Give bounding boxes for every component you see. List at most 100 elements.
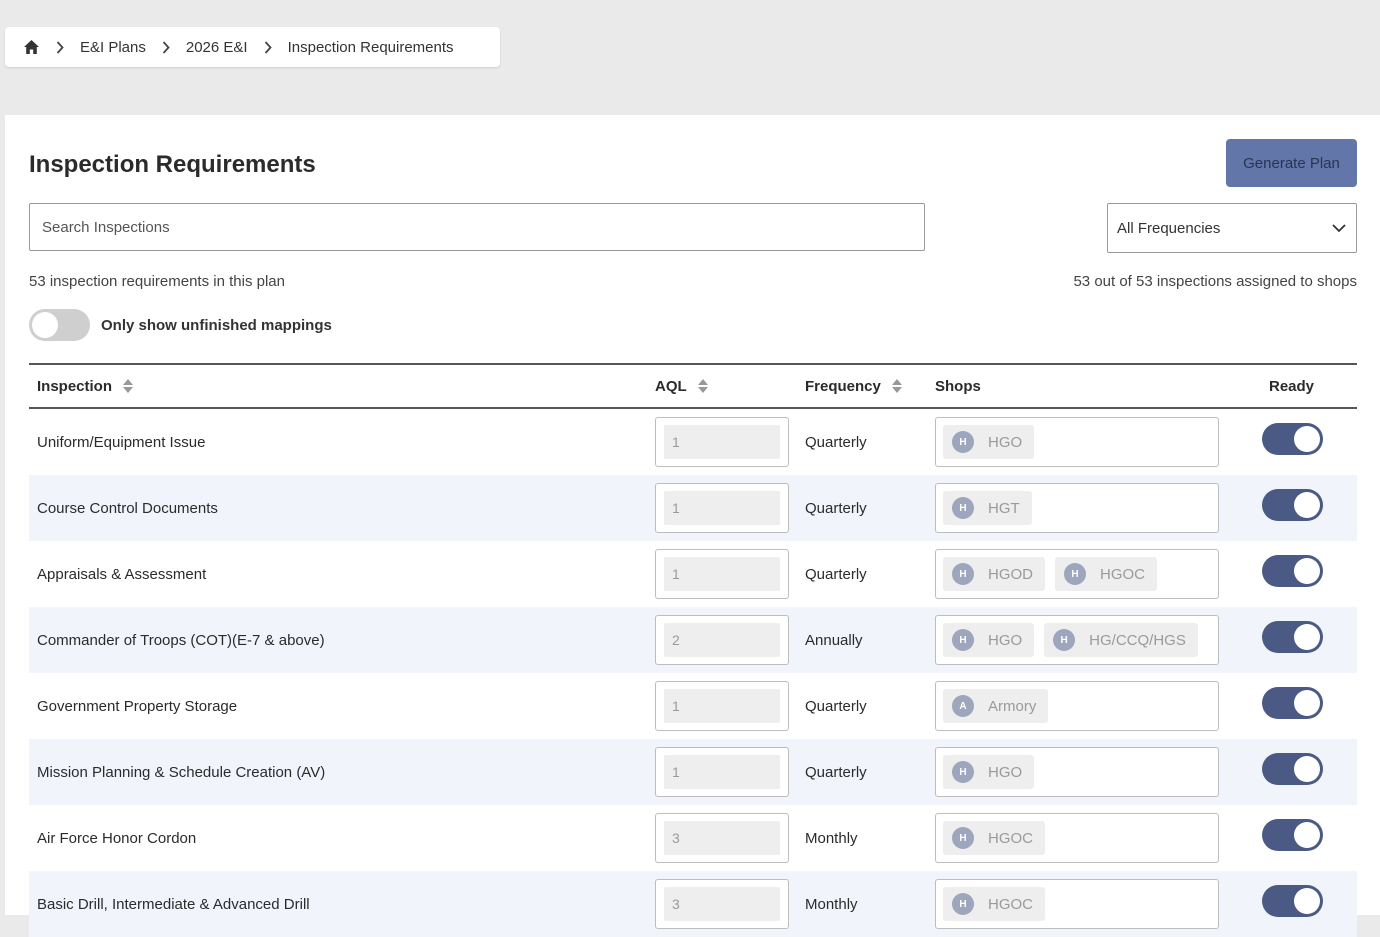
- frequency-value: Annually: [805, 631, 863, 649]
- ready-toggle[interactable]: [1262, 687, 1323, 719]
- aql-input[interactable]: 3: [655, 813, 789, 863]
- aql-value: 1: [664, 755, 780, 789]
- shop-avatar: H: [1053, 629, 1076, 651]
- shop-chip[interactable]: H HGOC: [1055, 557, 1157, 591]
- shop-chip[interactable]: H HGO: [943, 425, 1035, 459]
- ready-toggle[interactable]: [1262, 489, 1323, 521]
- ready-toggle[interactable]: [1262, 753, 1323, 785]
- home-icon[interactable]: [22, 38, 40, 56]
- shop-chip[interactable]: H HGOC: [943, 821, 1045, 855]
- frequency-select-value: All Frequencies: [1117, 219, 1221, 237]
- inspection-name: Course Control Documents: [37, 499, 218, 517]
- shop-chip[interactable]: H HGO: [943, 623, 1035, 657]
- shops-select[interactable]: A Armory: [935, 681, 1219, 731]
- page-title: Inspection Requirements: [29, 151, 316, 178]
- toggle-knob: [1294, 492, 1320, 518]
- aql-input[interactable]: 1: [655, 549, 789, 599]
- table-row: Government Property Storage 1 Quarterly A Ar…: [29, 673, 1357, 739]
- shop-chip[interactable]: H HG/CCQ/HGS: [1044, 623, 1198, 657]
- aql-value: 1: [664, 491, 780, 525]
- unfinished-mappings-toggle[interactable]: [29, 309, 90, 341]
- ready-toggle[interactable]: [1262, 885, 1323, 917]
- shop-avatar: H: [952, 563, 974, 585]
- shops-select[interactable]: H HGO: [935, 417, 1219, 467]
- shop-label: HG/CCQ/HGS: [1089, 631, 1186, 649]
- shop-avatar: H: [952, 497, 974, 519]
- column-header-frequency[interactable]: Frequency: [805, 365, 903, 407]
- aql-input[interactable]: 1: [655, 681, 789, 731]
- aql-value: 2: [664, 623, 780, 657]
- shops-select[interactable]: H HGT: [935, 483, 1219, 533]
- aql-value: 1: [664, 557, 780, 591]
- assigned-count: 53 out of 53 inspections assigned to sho…: [1073, 273, 1357, 290]
- shop-avatar: H: [952, 431, 974, 453]
- shops-select[interactable]: H HGO: [935, 747, 1219, 797]
- shop-avatar: H: [952, 827, 974, 849]
- main-panel: Inspection Requirements Generate Plan Al…: [5, 115, 1380, 937]
- breadcrumb-item-current: Inspection Requirements: [287, 38, 454, 56]
- toggle-knob: [1294, 624, 1320, 650]
- inspection-name: Commander of Troops (COT)(E-7 & above): [37, 631, 325, 649]
- inspection-name: Mission Planning & Schedule Creation (AV…: [37, 763, 326, 781]
- requirements-count: 53 inspection requirements in this plan: [29, 273, 285, 290]
- shop-chip[interactable]: H HGO: [943, 755, 1035, 789]
- search-input[interactable]: [29, 203, 925, 251]
- shop-label: HGOC: [1100, 565, 1145, 583]
- shop-chip[interactable]: A Armory: [943, 689, 1049, 723]
- column-header-ready: Ready: [1269, 377, 1315, 395]
- shop-chip[interactable]: H HGOD: [943, 557, 1045, 591]
- generate-plan-button[interactable]: Generate Plan: [1226, 139, 1357, 187]
- chevron-right-icon: [262, 40, 274, 54]
- frequency-value: Quarterly: [805, 565, 867, 583]
- aql-input[interactable]: 3: [655, 879, 789, 929]
- shop-avatar: A: [952, 695, 974, 717]
- chevron-down-icon: [1332, 220, 1346, 237]
- frequency-value: Quarterly: [805, 763, 867, 781]
- ready-toggle[interactable]: [1262, 621, 1323, 653]
- frequency-value: Monthly: [805, 895, 858, 913]
- breadcrumb-item-2026-ei[interactable]: 2026 E&I: [186, 39, 248, 56]
- shop-avatar: H: [952, 893, 974, 915]
- column-header-inspection[interactable]: Inspection: [37, 365, 134, 407]
- aql-input[interactable]: 1: [655, 417, 789, 467]
- inspection-name: Air Force Honor Cordon: [37, 829, 197, 847]
- toggle-knob: [1294, 822, 1320, 848]
- inspection-name: Government Property Storage: [37, 697, 238, 715]
- inspection-table: Inspection AQL Frequency Shops Ready Uni…: [29, 363, 1357, 937]
- shop-chip[interactable]: H HGT: [943, 491, 1032, 525]
- aql-value: 1: [664, 689, 780, 723]
- aql-input[interactable]: 1: [655, 483, 789, 533]
- shop-avatar: H: [952, 629, 974, 651]
- table-row: Air Force Honor Cordon 3 Monthly H HGOC: [29, 805, 1357, 871]
- toggle-knob: [1294, 888, 1320, 914]
- shop-chip[interactable]: H HGOC: [943, 887, 1045, 921]
- frequency-select[interactable]: All Frequencies: [1107, 203, 1357, 253]
- shops-select[interactable]: H HGO H HG/CCQ/HGS: [935, 615, 1219, 665]
- unfinished-mappings-label: Only show unfinished mappings: [101, 317, 332, 334]
- toggle-knob: [1294, 558, 1320, 584]
- aql-input[interactable]: 1: [655, 747, 789, 797]
- inspection-name: Basic Drill, Intermediate & Advanced Dri…: [37, 895, 310, 913]
- ready-toggle[interactable]: [1262, 819, 1323, 851]
- shops-select[interactable]: H HGOC: [935, 813, 1219, 863]
- table-row: Basic Drill, Intermediate & Advanced Dri…: [29, 871, 1357, 937]
- aql-value: 1: [664, 425, 780, 459]
- shops-select[interactable]: H HGOC: [935, 879, 1219, 929]
- shop-label: HGO: [988, 763, 1023, 781]
- column-header-shops: Shops: [935, 377, 981, 395]
- shop-label: HGT: [988, 499, 1020, 517]
- inspection-name: Uniform/Equipment Issue: [37, 433, 206, 451]
- toggle-knob: [1294, 756, 1320, 782]
- sort-icon: [697, 378, 709, 394]
- shops-select[interactable]: H HGOD H HGOC: [935, 549, 1219, 599]
- shop-label: HGOC: [988, 829, 1033, 847]
- aql-input[interactable]: 2: [655, 615, 789, 665]
- breadcrumb-item-ei-plans[interactable]: E&I Plans: [80, 39, 146, 56]
- ready-toggle[interactable]: [1262, 423, 1323, 455]
- column-header-aql[interactable]: AQL: [655, 365, 709, 407]
- inspection-name: Appraisals & Assessment: [37, 565, 207, 583]
- shop-avatar: H: [1064, 563, 1086, 585]
- ready-toggle[interactable]: [1262, 555, 1323, 587]
- shop-label: HGO: [988, 433, 1023, 451]
- shop-avatar: H: [952, 761, 974, 783]
